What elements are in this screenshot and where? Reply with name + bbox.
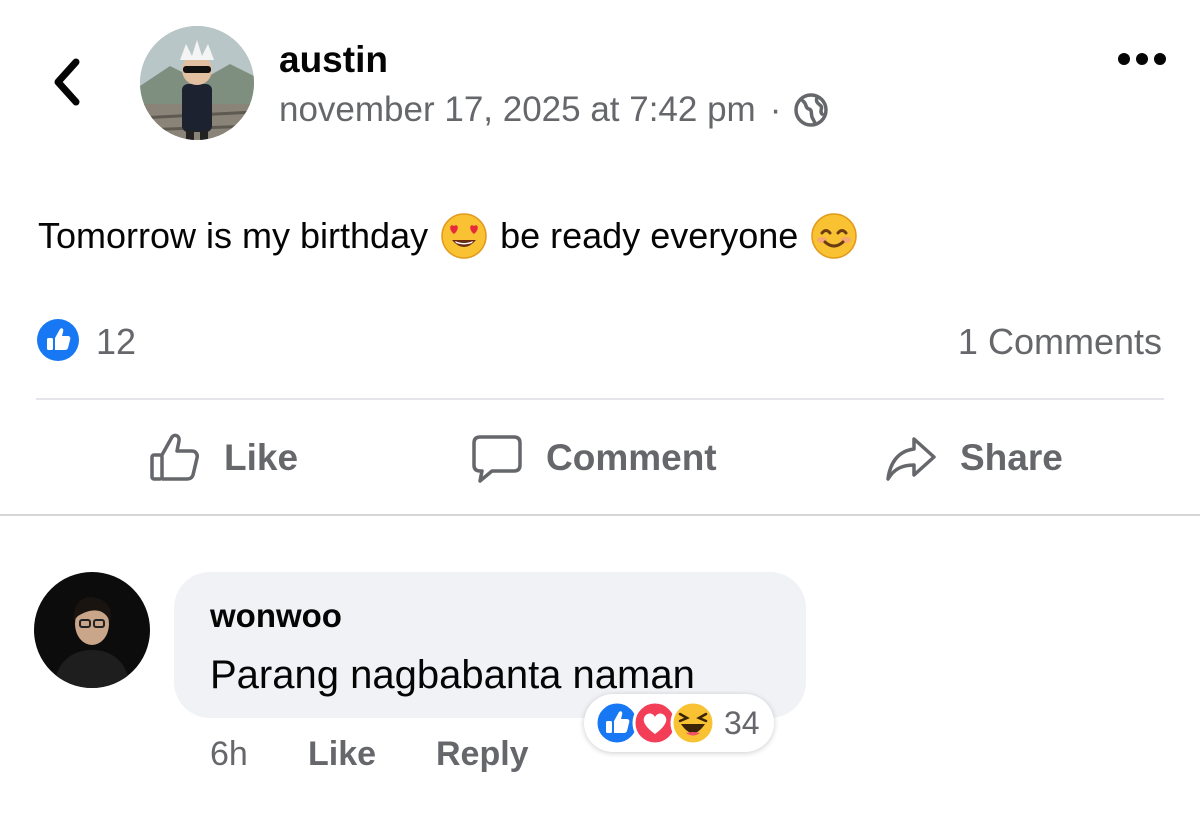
comment-reactions[interactable]: 34 xyxy=(584,694,774,752)
commenter-name[interactable]: wonwoo xyxy=(210,596,342,636)
comment-time: 6h xyxy=(210,735,248,773)
more-options-button[interactable] xyxy=(1114,44,1170,74)
post-author-name[interactable]: austin xyxy=(279,38,388,82)
post-meta: november 17, 2025 at 7:42 pm · xyxy=(279,88,829,132)
section-divider xyxy=(0,514,1200,516)
comment-button-label: Comment xyxy=(546,437,717,478)
comment-like-button[interactable]: Like xyxy=(308,730,376,778)
like-reaction-icon[interactable] xyxy=(36,318,80,362)
thumbs-up-icon xyxy=(150,433,199,481)
author-avatar[interactable] xyxy=(140,26,254,140)
share-arrow-icon xyxy=(886,437,936,481)
reaction-count: 34 xyxy=(724,704,760,741)
comments-count[interactable]: 1 Comments xyxy=(958,320,1162,364)
haha-icon xyxy=(670,700,716,746)
commenter-avatar[interactable] xyxy=(34,572,150,688)
smiling-face-emoji-icon xyxy=(811,213,858,259)
like-button-label: Like xyxy=(224,437,299,478)
back-button[interactable] xyxy=(46,52,90,112)
post-text-part2: be ready everyone xyxy=(500,215,799,256)
comment-button[interactable]: Comment xyxy=(470,424,717,492)
share-button[interactable]: Share xyxy=(884,424,1063,492)
like-count[interactable]: 12 xyxy=(96,320,136,364)
post-text-part1: Tomorrow is my birthday xyxy=(38,215,429,256)
comment-reply-button[interactable]: Reply xyxy=(436,730,529,778)
more-dots-icon xyxy=(1118,53,1166,65)
divider xyxy=(36,398,1164,400)
post-timestamp[interactable]: november 17, 2025 at 7:42 pm xyxy=(279,88,756,132)
meta-separator: · xyxy=(769,90,782,129)
comment-text: Parang nagbabanta naman xyxy=(210,653,695,697)
post-text: Tomorrow is my birthday be ready everyon… xyxy=(38,212,870,260)
like-button[interactable]: Like xyxy=(148,424,298,492)
globe-icon xyxy=(794,93,829,127)
heart-eyes-emoji-icon xyxy=(441,213,487,259)
share-button-label: Share xyxy=(960,437,1063,478)
chevron-left-icon xyxy=(54,58,80,106)
comment-bubble-icon xyxy=(472,435,522,483)
